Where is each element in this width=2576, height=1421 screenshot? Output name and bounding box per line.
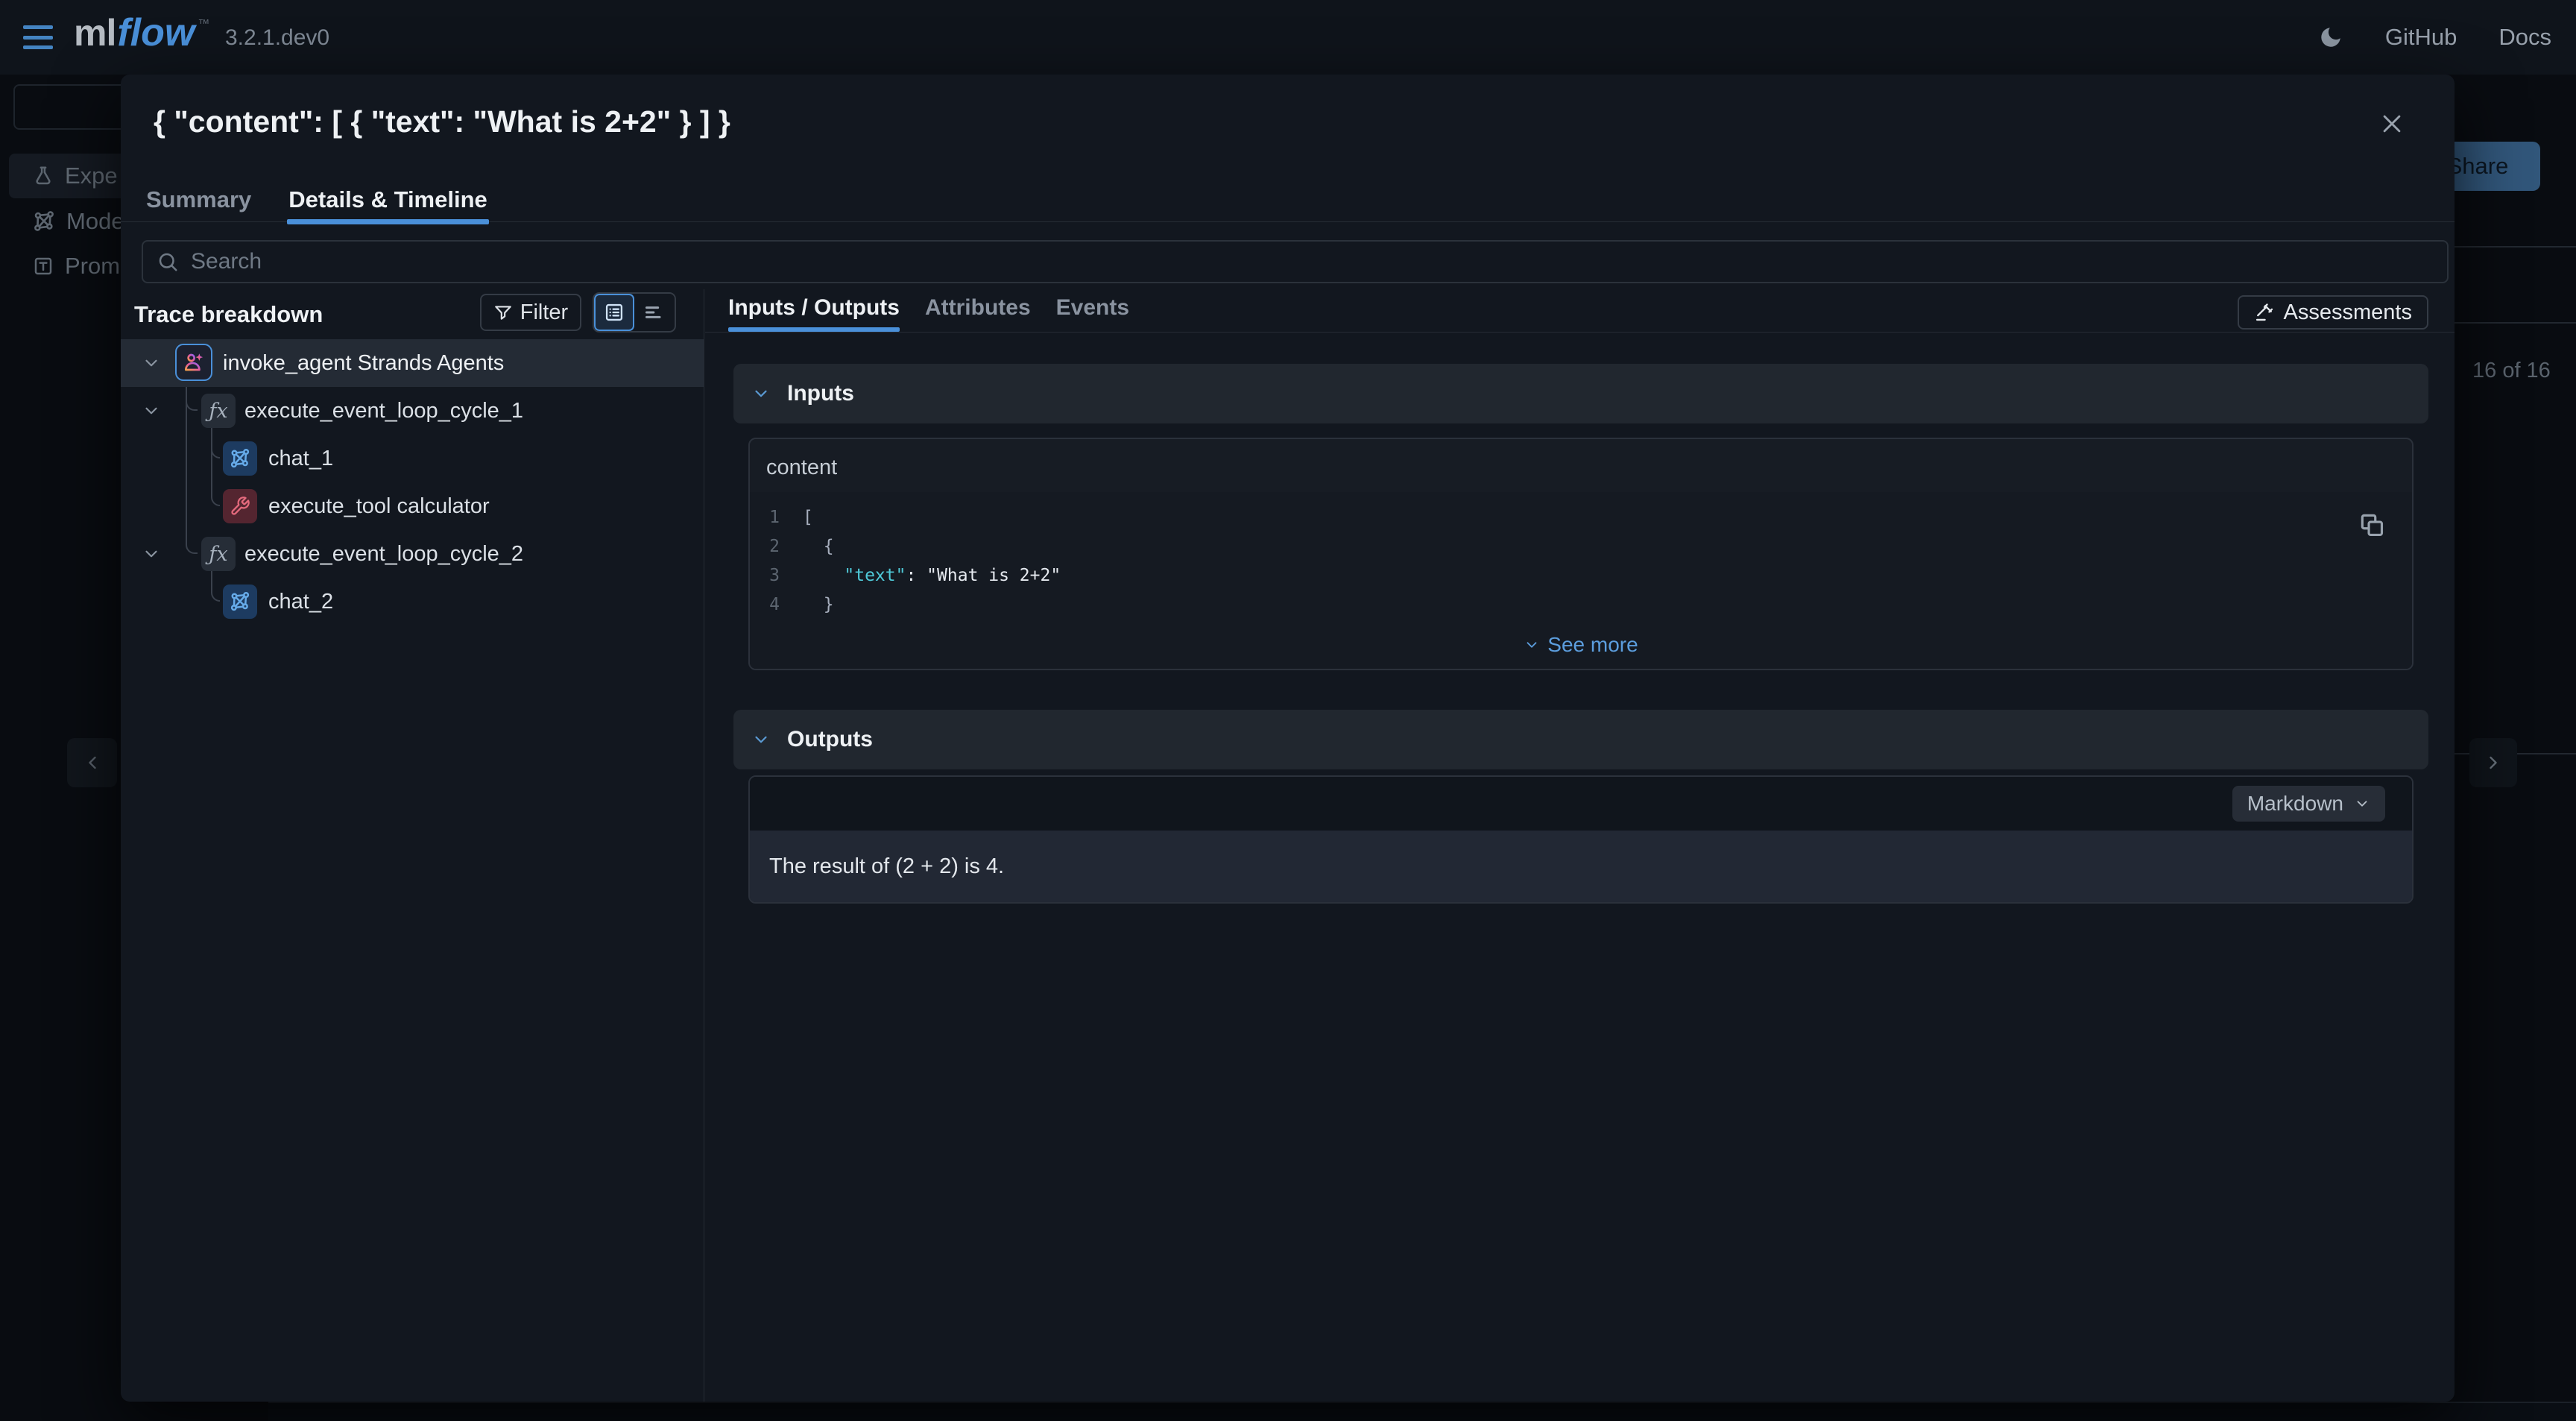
function-icon: ƒx	[201, 537, 236, 571]
span-label: chat_2	[268, 590, 333, 614]
chevron-down-icon	[751, 730, 771, 749]
chevron-down-icon	[1524, 637, 1540, 653]
outputs-title: Outputs	[787, 727, 873, 752]
search-input[interactable]	[191, 249, 2447, 274]
mlflow-app: ml flow ™ 3.2.1.dev0 GitHub Docs Expe Mo…	[0, 0, 2576, 1421]
tree-row-event-loop-1[interactable]: ƒx execute_event_loop_cycle_1	[121, 387, 704, 435]
span-label: execute_tool calculator	[268, 494, 490, 519]
span-detail-panel: Inputs / Outputs Attributes Events Asses…	[705, 289, 2455, 1402]
chevron-down-icon[interactable]	[142, 353, 161, 373]
gavel-icon	[2254, 302, 2275, 323]
span-label: execute_event_loop_cycle_2	[244, 542, 523, 567]
code-line: 2 {	[750, 532, 2412, 561]
outputs-section-header[interactable]: Outputs	[733, 710, 2428, 769]
chevron-down-icon	[751, 384, 771, 403]
inputs-section: Inputs content 1[ 2 { 3 "t	[733, 364, 2428, 670]
copy-icon[interactable]	[2358, 511, 2386, 539]
span-label: invoke_agent Strands Agents	[223, 351, 504, 376]
gantt-view-icon	[644, 302, 665, 323]
outputs-content-card: Markdown The result of (2 + 2) is 4.	[748, 775, 2414, 904]
span-tree: invoke_agent Strands Agents ƒx execute_e…	[121, 339, 704, 626]
function-icon: ƒx	[201, 394, 236, 428]
code-line: 1[	[750, 502, 2412, 532]
filter-button[interactable]: Filter	[480, 294, 581, 331]
json-code-block: 1[ 2 { 3 "text": "What is 2+2" 4 }	[750, 492, 2412, 669]
chevron-down-icon	[2354, 795, 2370, 812]
chat-model-icon	[223, 441, 257, 476]
outputs-text: The result of (2 + 2) is 4.	[750, 831, 2412, 902]
tab-details-timeline[interactable]: Details & Timeline	[287, 185, 488, 221]
tree-row-event-loop-2[interactable]: ƒx execute_event_loop_cycle_2	[121, 530, 704, 578]
tab-events[interactable]: Events	[1056, 289, 1129, 332]
assessments-button[interactable]: Assessments	[2238, 295, 2428, 330]
timeline-view-toggle[interactable]	[634, 294, 675, 331]
tab-summary[interactable]: Summary	[145, 185, 253, 221]
chevron-down-icon[interactable]	[142, 544, 161, 564]
tree-row-execute-tool[interactable]: execute_tool calculator	[121, 482, 704, 530]
renderer-dropdown[interactable]: Markdown	[2232, 786, 2385, 822]
funnel-icon	[493, 303, 513, 322]
outputs-toolbar: Markdown	[750, 777, 2412, 831]
field-name: content	[766, 456, 837, 480]
trace-breakdown-panel: Trace breakdown Filter	[121, 289, 704, 1402]
close-icon[interactable]	[2375, 107, 2408, 140]
code-line: 4 }	[750, 590, 2412, 619]
tree-row-invoke-agent[interactable]: invoke_agent Strands Agents	[121, 339, 704, 387]
list-view-toggle[interactable]	[594, 294, 634, 331]
tab-inputs-outputs[interactable]: Inputs / Outputs	[728, 289, 900, 332]
tool-wrench-icon	[223, 489, 257, 523]
search-icon	[157, 251, 179, 273]
trace-breakdown-title: Trace breakdown	[134, 301, 323, 328]
tab-attributes[interactable]: Attributes	[925, 289, 1031, 332]
trace-detail-modal: { "content": [ { "text": "What is 2+2" }…	[121, 75, 2455, 1402]
modal-title: { "content": [ { "text": "What is 2+2" }…	[154, 104, 730, 139]
chat-model-icon	[223, 585, 257, 619]
code-line: 3 "text": "What is 2+2"	[750, 561, 2412, 590]
tree-row-chat-2[interactable]: chat_2	[121, 578, 704, 626]
chevron-down-icon[interactable]	[142, 401, 161, 420]
modal-tabs: Summary Details & Timeline	[121, 185, 2455, 222]
list-view-icon	[604, 302, 625, 323]
detail-tabs: Inputs / Outputs Attributes Events	[705, 289, 2455, 333]
inputs-content-card: content 1[ 2 { 3 "text": "What is 2+2"	[748, 438, 2414, 670]
agent-icon	[175, 344, 212, 381]
tree-row-chat-1[interactable]: chat_1	[121, 435, 704, 482]
span-label: chat_1	[268, 447, 333, 471]
inputs-title: Inputs	[787, 381, 854, 406]
span-label: execute_event_loop_cycle_1	[244, 399, 523, 423]
search-bar[interactable]	[142, 240, 2449, 283]
see-more-link[interactable]: See more	[750, 633, 2412, 657]
outputs-section: Outputs Markdown The result of (2 + 2) i…	[733, 710, 2428, 904]
inputs-section-header[interactable]: Inputs	[733, 364, 2428, 423]
view-toggle-group	[593, 292, 676, 333]
